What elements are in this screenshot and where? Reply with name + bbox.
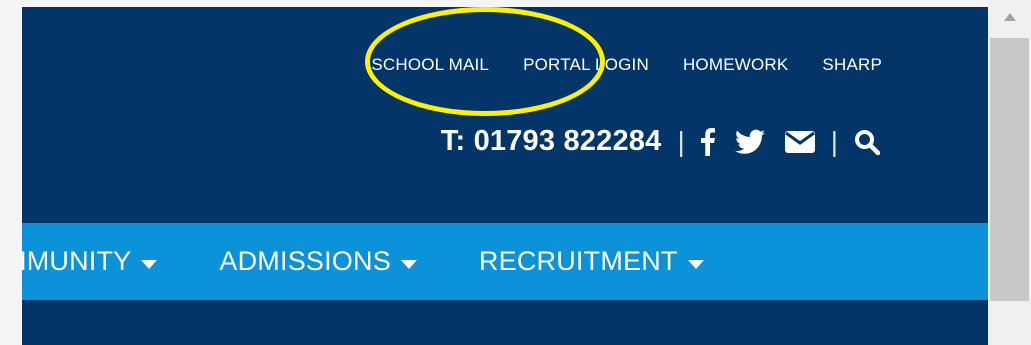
scrollbar-thumb[interactable] [990, 38, 1029, 301]
phone-number: T: 01793 822284 [440, 125, 662, 157]
nav-item-label: RECRUITMENT [478, 246, 678, 276]
caret-down-icon [400, 246, 417, 277]
school-mail-link[interactable]: SCHOOL MAIL [371, 55, 489, 75]
search-icon[interactable] [854, 129, 880, 155]
scroll-up-button[interactable] [988, 0, 1031, 34]
social-icons [700, 127, 815, 156]
nav-item-community[interactable]: MMUNITY [22, 246, 158, 277]
caret-down-icon [141, 246, 158, 277]
portal-login-link[interactable]: PORTAL LOGIN [523, 55, 649, 75]
sharp-link[interactable]: SHARP [822, 55, 882, 75]
facebook-icon[interactable] [700, 127, 715, 156]
homework-link[interactable]: HOMEWORK [683, 55, 788, 75]
nav-item-label: ADMISSIONS [219, 246, 391, 276]
separator: | [677, 125, 685, 157]
site-header: SCHOOL MAIL PORTAL LOGIN HOMEWORK SHARP … [22, 7, 988, 345]
envelope-icon[interactable] [784, 130, 815, 153]
contact-bar: T: 01793 822284 | | [441, 125, 880, 158]
nav-item-label: MMUNITY [22, 246, 132, 276]
nav-item-admissions[interactable]: ADMISSIONS [219, 246, 417, 277]
top-links: SCHOOL MAIL PORTAL LOGIN HOMEWORK SHARP [371, 55, 882, 75]
arrow-up-icon [1003, 13, 1016, 21]
vertical-scrollbar[interactable] [988, 0, 1031, 345]
main-nav: MMUNITY ADMISSIONS RECRUITMENT [22, 223, 988, 300]
nav-item-recruitment[interactable]: RECRUITMENT [479, 246, 704, 277]
separator: | [830, 125, 838, 157]
caret-down-icon [687, 246, 704, 277]
twitter-icon[interactable] [734, 129, 765, 155]
